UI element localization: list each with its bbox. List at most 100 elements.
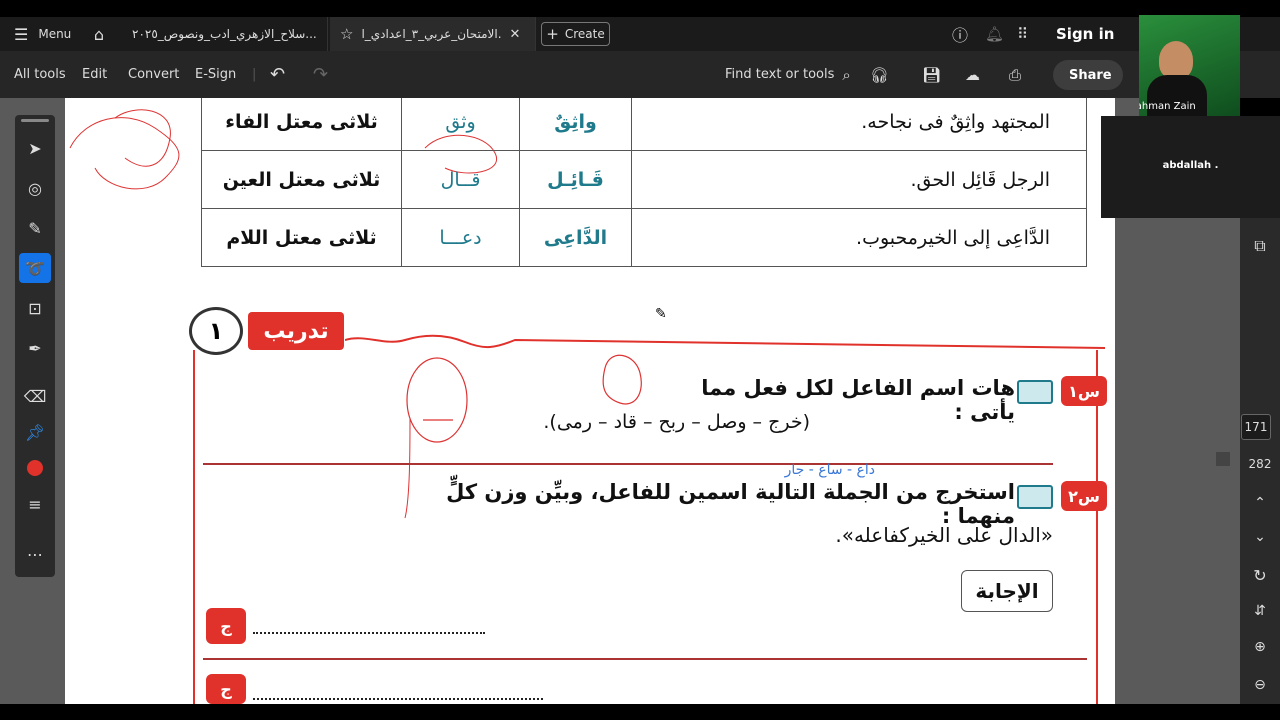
chevron-up-icon[interactable]: ⌃ xyxy=(1240,492,1280,514)
find-label: Find text or tools xyxy=(725,67,835,82)
create-label: Create xyxy=(564,27,605,41)
convert-button[interactable]: Convert xyxy=(128,51,179,98)
search-icon: ⌕ xyxy=(842,65,851,84)
table-row: ثلاثى معتل العين قــال قَـائِـل الرجل قَ… xyxy=(201,150,1087,209)
fa3il-cell: الدَّاعِى xyxy=(519,208,632,267)
sentence-cell: الدَّاعِى إلى الخيرمحبوب. xyxy=(631,208,1087,267)
total-pages: 282 xyxy=(1248,457,1272,471)
comment-icon[interactable]: ◎ xyxy=(19,173,51,203)
sign-in-link[interactable]: Sign in xyxy=(1056,17,1114,51)
find-text-button[interactable]: Find text or tools ⌕ xyxy=(725,51,851,98)
home-icon[interactable]: ⌂ xyxy=(88,17,110,51)
book-icon xyxy=(1017,485,1053,509)
scrollbar[interactable] xyxy=(1216,452,1230,466)
webcam-name: Abdulrahman Zain xyxy=(1139,101,1196,112)
book-icon xyxy=(1017,380,1053,404)
tab-title: الامتحان_عربي_٣_اعدادي_ا... xyxy=(361,27,502,41)
draw-freehand-icon[interactable]: ➰ xyxy=(19,253,51,283)
answer-badge: ج xyxy=(206,674,246,704)
verb-cell: وثق xyxy=(401,98,520,151)
menu-button[interactable]: ☰ Menu xyxy=(14,17,71,51)
participant-name: abdallah . xyxy=(1162,160,1219,171)
undo-icon[interactable]: ↶ xyxy=(270,51,285,98)
share-button[interactable]: Share xyxy=(1053,60,1123,90)
left-tool-rail: ➤ ◎ ✎ ➰ ⊡ ✒ ⌫ 📌︎ ≡ ⋯ xyxy=(15,115,55,577)
menu-label: Menu xyxy=(38,27,72,41)
sentence-cell: الرجل قَائِل الحق. xyxy=(631,150,1087,209)
section-divider xyxy=(203,463,1053,465)
create-button[interactable]: + Create xyxy=(541,22,610,46)
blurred-answer-line xyxy=(253,618,485,634)
bell-icon[interactable]: 🔔︎ xyxy=(985,17,1004,51)
upload-icon[interactable]: ☁ xyxy=(965,51,980,98)
verbs-table: ثلاثى معتل الفاء وثق واثِقٌ المجتهد واثِ… xyxy=(201,98,1087,267)
color-picker-icon[interactable] xyxy=(19,453,51,483)
verb-cell: قــال xyxy=(401,150,520,209)
chevron-down-icon[interactable]: ⌄ xyxy=(1240,526,1280,548)
apps-grid-icon[interactable]: ⠿ xyxy=(1017,17,1028,51)
star-icon[interactable]: ☆ xyxy=(340,25,353,43)
current-page-box[interactable]: 171 xyxy=(1241,414,1271,440)
select-arrow-icon[interactable]: ➤ xyxy=(19,133,51,163)
pen-cursor-icon: ✎ xyxy=(655,306,667,322)
drag-handle[interactable] xyxy=(21,119,49,122)
highlight-pen-icon[interactable]: ✎ xyxy=(19,213,51,243)
stroke-width-icon[interactable]: ≡ xyxy=(19,489,51,519)
webcam-video: Abdulrahman Zain xyxy=(1139,15,1240,116)
verb-cell: دعـــا xyxy=(401,208,520,267)
tab-document-2[interactable]: ☆ الامتحان_عربي_٣_اعدادي_ا... ✕ xyxy=(330,17,536,51)
participant-tile: abdallah . xyxy=(1101,116,1280,218)
zoom-in-icon[interactable]: ⊕ xyxy=(1240,636,1280,658)
type-cell: ثلاثى معتل الفاء xyxy=(201,98,402,151)
sign-icon[interactable]: ✒ xyxy=(19,333,51,363)
table-row: ثلاثى معتل اللام دعـــا الدَّاعِى الدَّا… xyxy=(201,208,1087,267)
eraser-icon[interactable]: ⌫ xyxy=(19,381,51,411)
read-aloud-icon[interactable]: 🎧︎ xyxy=(870,51,889,98)
section-divider xyxy=(203,658,1087,660)
sentence-cell: المجتهد واثِقٌ فى نجاحه. xyxy=(631,98,1087,151)
training-number: ١ xyxy=(208,317,224,345)
redo-icon[interactable]: ↷ xyxy=(313,51,328,98)
close-icon[interactable]: ✕ xyxy=(509,27,520,42)
blurred-answer-line xyxy=(253,684,543,700)
all-tools-button[interactable]: All tools xyxy=(14,51,66,98)
question-badge: س٢ xyxy=(1061,481,1107,511)
handwritten-answer: داع - ساع - جار xyxy=(784,462,875,478)
print-icon[interactable]: ⎙ xyxy=(1009,51,1021,98)
help-icon[interactable]: ⓘ xyxy=(952,17,968,51)
type-cell: ثلاثى معتل العين xyxy=(201,150,402,209)
right-rail: ⧉ 171 282 ⌃ ⌄ ↻ ⇵ ⊕ ⊖ xyxy=(1240,218,1280,704)
text-box-icon[interactable]: ⊡ xyxy=(19,293,51,323)
training-circle: ١ xyxy=(189,307,243,355)
person-silhouette xyxy=(1159,41,1193,79)
rotate-icon[interactable]: ↻ xyxy=(1240,564,1280,586)
zoom-out-icon[interactable]: ⊖ xyxy=(1240,674,1280,696)
fa3il-cell: واثِقٌ xyxy=(519,98,632,151)
pdf-page[interactable]: ثلاثى معتل الفاء وثق واثِقٌ المجتهد واثِ… xyxy=(65,98,1115,704)
verbs-list: (خرج – وصل – ربح – قاد – رمى). xyxy=(543,411,810,433)
question-text: استخرج من الجملة التالية اسمين للفاعل، و… xyxy=(446,480,1015,528)
main-toolbar: All tools Edit Convert E-Sign | ↶ ↷ Find… xyxy=(0,51,1280,98)
training-label: تدريب xyxy=(248,312,344,350)
current-page: 171 xyxy=(1244,420,1268,434)
answer-badge: ج xyxy=(206,608,246,644)
more-tools-icon[interactable]: ⋯ xyxy=(19,539,51,569)
type-cell: ثلاثى معتل اللام xyxy=(201,208,402,267)
divider: | xyxy=(252,67,257,82)
save-icon[interactable]: 💾︎ xyxy=(922,51,941,98)
quote-text: «الدال على الخيركفاعله». xyxy=(835,523,1053,547)
fit-page-icon[interactable]: ⇵ xyxy=(1240,600,1280,622)
answer-heading: الإجابة xyxy=(961,570,1053,612)
thumbnails-icon[interactable]: ⧉ xyxy=(1240,234,1280,258)
edit-button[interactable]: Edit xyxy=(82,51,107,98)
tab-document-1[interactable]: سلاح_الازهري_ادب_ونصوص_٢٠٢٥... xyxy=(116,17,328,51)
question-badge: س١ xyxy=(1061,376,1107,406)
table-row: ثلاثى معتل الفاء وثق واثِقٌ المجتهد واثِ… xyxy=(201,98,1087,151)
fa3il-cell: قَـائِـل xyxy=(519,150,632,209)
hamburger-icon: ☰ xyxy=(14,24,29,44)
tab-bar: ☰ Menu ⌂ سلاح_الازهري_ادب_ونصوص_٢٠٢٥... … xyxy=(0,17,1280,51)
pin-icon[interactable]: 📌︎ xyxy=(19,417,51,447)
tab-title: سلاح_الازهري_ادب_ونصوص_٢٠٢٥... xyxy=(132,27,317,41)
esign-button[interactable]: E-Sign xyxy=(195,51,236,98)
plus-icon: + xyxy=(546,25,559,43)
